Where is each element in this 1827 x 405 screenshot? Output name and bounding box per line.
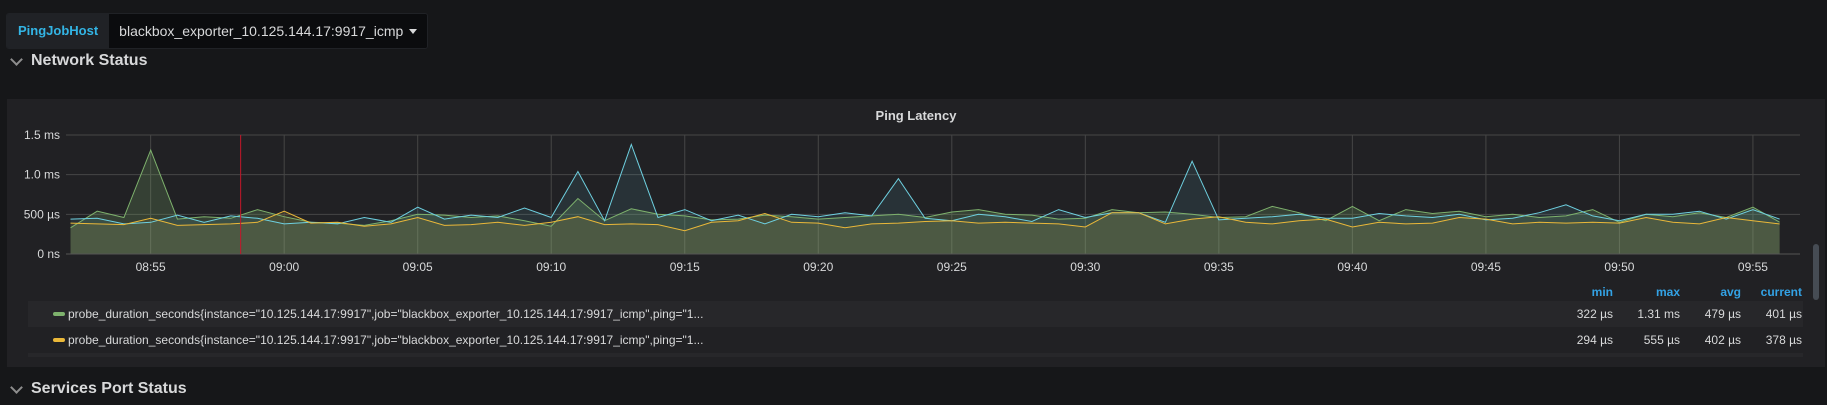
x-tick-label: 09:35: [1204, 260, 1234, 274]
variable-picker: PingJobHost blackbox_exporter_10.125.144…: [6, 13, 429, 49]
legend-current: 401 µs: [1765, 307, 1802, 321]
legend-max: 555 µs: [1643, 333, 1680, 347]
legend-scrollbar[interactable]: [1813, 244, 1819, 300]
series-line-blue: [70, 143, 1780, 225]
x-tick-label: 09:05: [403, 260, 433, 274]
legend-series-name[interactable]: probe_duration_seconds{instance="10.125.…: [68, 301, 703, 327]
legend-header-current[interactable]: current: [1732, 285, 1802, 299]
x-tick-label: 08:55: [136, 260, 166, 274]
row-title: Services Port Status: [31, 380, 187, 397]
series-swatch: [53, 338, 65, 342]
y-tick-label: 1.5 ms: [24, 128, 60, 142]
x-tick-label: 09:30: [1070, 260, 1100, 274]
legend-row-partial: [28, 353, 1803, 357]
variable-value: blackbox_exporter_10.125.144.17:9917_icm…: [119, 23, 404, 39]
x-tick-label: 09:40: [1337, 260, 1367, 274]
chevron-down-icon: [10, 52, 23, 66]
x-tick-label: 09:10: [536, 260, 566, 274]
row-title: Network Status: [31, 52, 148, 69]
legend-header-avg[interactable]: avg: [1671, 285, 1741, 299]
legend-current: 378 µs: [1765, 333, 1802, 347]
caret-down-icon: [409, 28, 418, 34]
legend-min: 294 µs: [1576, 333, 1613, 347]
x-tick-label: 09:45: [1471, 260, 1501, 274]
x-tick-label: 09:25: [937, 260, 967, 274]
y-tick-label: 500 µs: [24, 207, 60, 221]
chevron-down-icon: [10, 380, 23, 394]
legend-item[interactable]: probe_duration_seconds{instance="10.125.…: [28, 301, 1803, 327]
variable-label: PingJobHost: [7, 14, 110, 48]
variable-select[interactable]: blackbox_exporter_10.125.144.17:9917_icm…: [109, 14, 428, 48]
x-tick-label: 09:20: [803, 260, 833, 274]
x-tick-label: 09:50: [1604, 260, 1634, 274]
legend-avg: 402 µs: [1704, 333, 1741, 347]
series-swatch: [53, 312, 65, 316]
ping-latency-panel: Ping Latency 0 ns 500 µs 1.0 ms 1.5 ms 08:55…: [7, 99, 1825, 367]
legend-min: 322 µs: [1576, 307, 1613, 321]
legend-item[interactable]: probe_duration_seconds{instance="10.125.…: [28, 327, 1803, 353]
row-services-port-status[interactable]: Services Port Status: [10, 380, 187, 398]
legend-series-name[interactable]: probe_duration_seconds{instance="10.125.…: [68, 327, 703, 353]
x-tick-label: 09:15: [670, 260, 700, 274]
x-tick-label: 09:55: [1738, 260, 1768, 274]
x-tick-label: 09:00: [269, 260, 299, 274]
legend-max: 1.31 ms: [1637, 307, 1680, 321]
legend-header-min[interactable]: min: [1543, 285, 1613, 299]
y-tick-label: 0 ns: [37, 247, 60, 261]
row-network-status[interactable]: Network Status: [10, 52, 148, 70]
y-tick-label: 1.0 ms: [24, 168, 60, 182]
legend-header-max[interactable]: max: [1610, 285, 1680, 299]
legend-avg: 479 µs: [1704, 307, 1741, 321]
